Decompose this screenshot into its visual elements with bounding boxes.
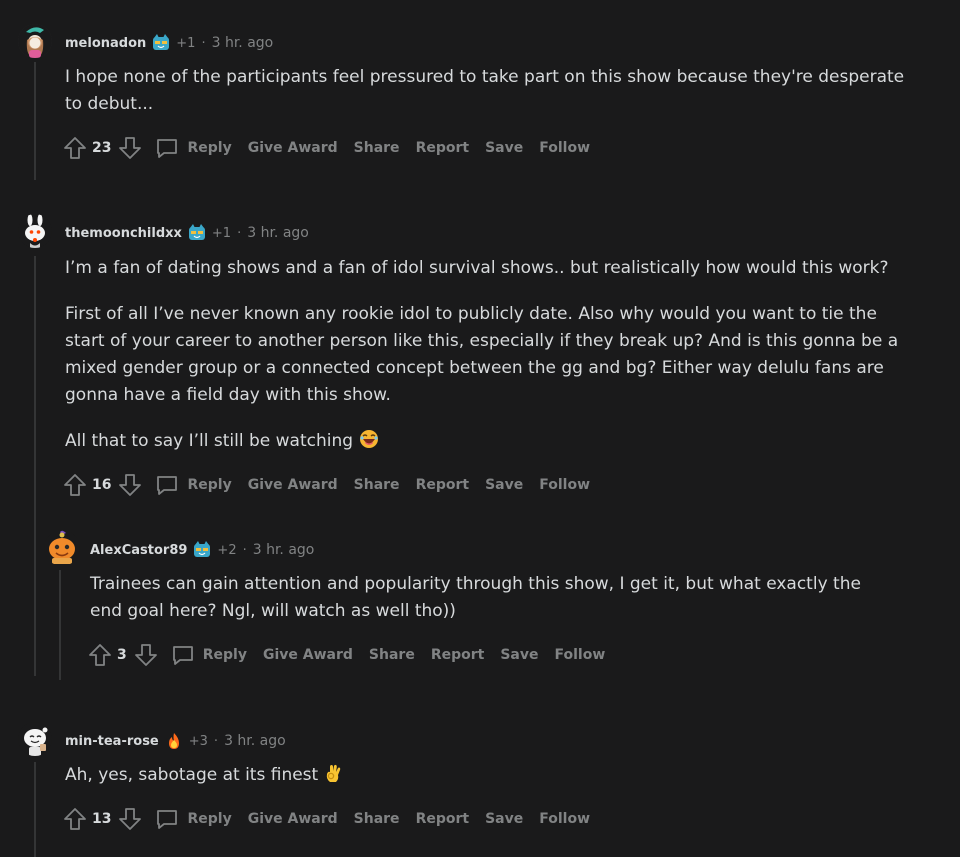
reply-label: Reply <box>187 811 232 827</box>
comment-paragraph-with-emoji: All that to say I’ll still be watching <box>65 428 905 458</box>
save-button[interactable]: Save <box>500 647 538 663</box>
upvote-icon[interactable] <box>62 806 88 832</box>
comment-paragraph: Trainees can gain attention and populari… <box>90 574 861 621</box>
laughing-emoji <box>359 429 379 458</box>
upvote-icon[interactable] <box>62 135 88 161</box>
username[interactable]: AlexCastor89 <box>90 543 187 558</box>
karma-badge: +1 <box>211 225 232 241</box>
flair-flame-icon <box>165 732 183 750</box>
avatar[interactable] <box>18 214 52 248</box>
vote-score: 23 <box>92 140 112 156</box>
report-button[interactable]: Report <box>416 140 470 156</box>
save-button[interactable]: Save <box>485 477 523 493</box>
downvote-icon[interactable] <box>117 806 143 832</box>
follow-button[interactable]: Follow <box>539 477 590 493</box>
share-button[interactable]: Share <box>369 647 415 663</box>
comment-paragraph: I hope none of the participants feel pre… <box>65 67 905 114</box>
follow-button[interactable]: Follow <box>539 140 590 156</box>
comment-body: Trainees can gain attention and populari… <box>90 571 890 644</box>
separator: · <box>213 733 219 749</box>
give-award-button[interactable]: Give Award <box>248 477 338 493</box>
reply-label: Reply <box>202 647 247 663</box>
vote-score: 3 <box>117 647 127 663</box>
comment-paragraph: All that to say I’ll still be watching <box>65 431 354 451</box>
username[interactable]: themoonchildxx <box>65 226 182 241</box>
karma-badge: +3 <box>188 733 208 749</box>
downvote-icon[interactable] <box>133 642 159 668</box>
save-button[interactable]: Save <box>485 811 523 827</box>
thread-line[interactable] <box>59 570 61 680</box>
karma-badge: +1 <box>176 35 196 51</box>
flair-cat-icon <box>152 34 170 52</box>
report-button[interactable]: Report <box>416 811 470 827</box>
avatar[interactable] <box>44 530 80 566</box>
reply-bubble-icon <box>155 136 179 160</box>
flair-cat-icon <box>188 224 206 242</box>
comment-paragraph: I’m a fan of dating shows and a fan of i… <box>65 258 889 278</box>
timestamp[interactable]: 3 hr. ago <box>212 35 274 51</box>
downvote-icon[interactable] <box>117 472 143 498</box>
upvote-icon[interactable] <box>87 642 113 668</box>
share-button[interactable]: Share <box>354 140 400 156</box>
vote-score: 16 <box>92 477 112 493</box>
comment-body: I hope none of the participants feel pre… <box>65 64 905 137</box>
reply-label: Reply <box>187 477 232 493</box>
comment-body: I’m a fan of dating shows and a fan of i… <box>65 255 905 477</box>
downvote-icon[interactable] <box>117 135 143 161</box>
thread-line[interactable] <box>34 62 36 180</box>
upvote-icon[interactable] <box>62 472 88 498</box>
reply-button[interactable]: Reply <box>155 136 232 160</box>
timestamp[interactable]: 3 hr. ago <box>224 733 286 749</box>
avatar[interactable] <box>18 24 52 58</box>
comment-paragraph: Ah, yes, sabotage at its finest <box>65 765 319 785</box>
username[interactable]: melonadon <box>65 36 146 51</box>
karma-badge: +2 <box>217 542 237 558</box>
report-button[interactable]: Report <box>416 477 470 493</box>
avatar[interactable] <box>18 722 52 756</box>
username[interactable]: min-tea-rose <box>65 734 159 749</box>
share-button[interactable]: Share <box>354 811 400 827</box>
save-button[interactable]: Save <box>485 140 523 156</box>
reply-button[interactable]: Reply <box>171 643 247 667</box>
thread-line[interactable] <box>34 256 36 676</box>
share-button[interactable]: Share <box>354 477 400 493</box>
ok-hand-emoji <box>324 763 344 792</box>
timestamp[interactable]: 3 hr. ago <box>247 225 309 241</box>
follow-button[interactable]: Follow <box>555 647 606 663</box>
reply-bubble-icon <box>171 643 195 667</box>
separator: · <box>237 225 242 241</box>
separator: · <box>242 542 247 558</box>
vote-score: 13 <box>92 811 112 827</box>
reply-bubble-icon <box>155 807 179 831</box>
thread-line[interactable] <box>34 762 36 857</box>
flair-cat-icon <box>193 541 211 559</box>
reply-bubble-icon <box>155 473 179 497</box>
follow-button[interactable]: Follow <box>539 811 590 827</box>
give-award-button[interactable]: Give Award <box>263 647 353 663</box>
comment-paragraph: First of all I’ve never known any rookie… <box>65 304 899 405</box>
separator: · <box>201 35 206 51</box>
report-button[interactable]: Report <box>431 647 485 663</box>
reply-label: Reply <box>187 140 232 156</box>
comment-paragraph-with-emoji: Ah, yes, sabotage at its finest <box>65 762 905 792</box>
give-award-button[interactable]: Give Award <box>248 140 338 156</box>
give-award-button[interactable]: Give Award <box>248 811 338 827</box>
timestamp[interactable]: 3 hr. ago <box>253 542 315 558</box>
reply-button[interactable]: Reply <box>155 473 232 497</box>
reply-button[interactable]: Reply <box>155 807 232 831</box>
